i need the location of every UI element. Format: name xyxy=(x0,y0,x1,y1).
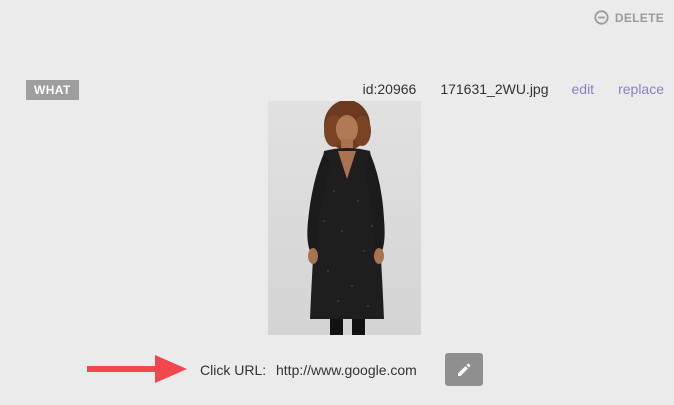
minus-circle-icon xyxy=(594,10,609,25)
image-id: id:20966 xyxy=(362,81,417,97)
image-filename: 171631_2WU.jpg xyxy=(440,81,549,97)
delete-button[interactable]: DELETE xyxy=(594,10,664,25)
delete-label: DELETE xyxy=(614,10,664,25)
click-url-label: Click URL: xyxy=(200,362,267,378)
arrow-right-icon xyxy=(87,352,187,386)
edit-url-button[interactable] xyxy=(445,353,483,386)
what-badge: WHAT xyxy=(26,80,79,100)
image-meta-row: id:20966 171631_2WU.jpg edit replace xyxy=(363,79,664,99)
pencil-icon xyxy=(458,363,471,376)
image-item-card: DELETE WHAT id:20966 171631_2WU.jpg edit… xyxy=(0,0,674,405)
product-image xyxy=(268,101,421,335)
click-url-value: http://www.google.com xyxy=(276,362,417,378)
edit-link[interactable]: edit xyxy=(572,79,595,99)
replace-link[interactable]: replace xyxy=(618,79,664,99)
